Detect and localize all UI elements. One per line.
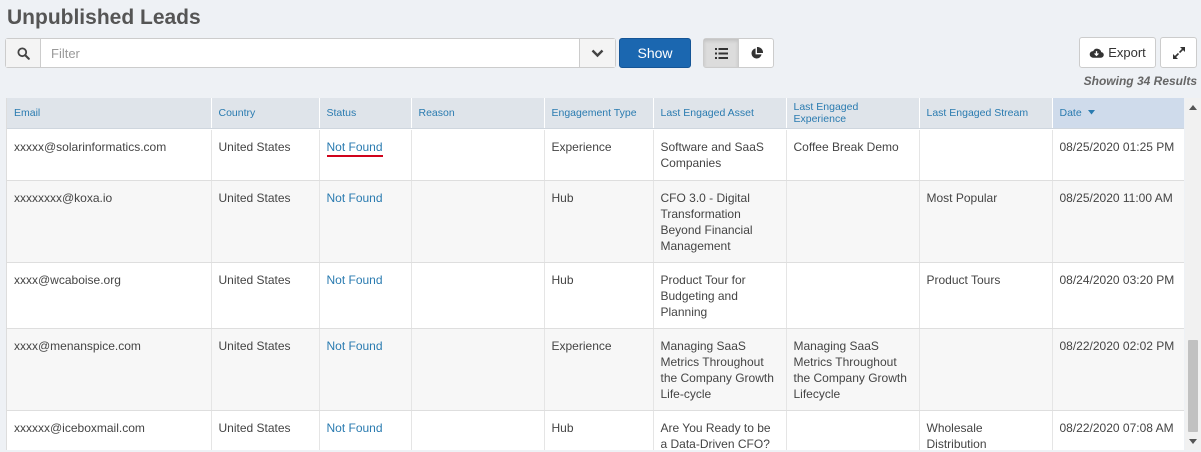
table-row[interactable]: xxxx@menanspice.com United States Not Fo… <box>7 328 1184 411</box>
cell-status: Not Found <box>319 410 412 450</box>
chevron-down-icon <box>591 49 604 57</box>
leads-table: Email Country Status Reason Engagement T… <box>6 98 1184 450</box>
column-header-last-engaged-experience[interactable]: Last Engaged Experience <box>786 98 920 129</box>
pie-chart-icon <box>750 46 763 59</box>
cell-experience <box>786 180 920 263</box>
list-icon <box>714 47 728 59</box>
filter-dropdown-button[interactable] <box>579 39 615 67</box>
column-header-engagement-type[interactable]: Engagement Type <box>544 98 654 129</box>
cell-stream: Most Popular <box>919 180 1053 263</box>
status-link[interactable]: Not Found <box>327 421 383 435</box>
cell-country: United States <box>211 262 320 329</box>
show-button[interactable]: Show <box>619 38 691 68</box>
cell-reason <box>411 130 545 181</box>
results-count: Showing 34 Results <box>1083 74 1197 88</box>
cell-status: Not Found <box>319 180 412 263</box>
scroll-thumb[interactable] <box>1188 340 1198 432</box>
cell-date: 08/25/2020 11:00 AM <box>1052 180 1184 263</box>
cell-email: xxxxxx@iceboxmail.com <box>7 410 212 450</box>
view-toggle <box>703 38 774 68</box>
column-header-date-label: Date <box>1059 106 1082 119</box>
table-row[interactable]: xxxxxx@iceboxmail.com United States Not … <box>7 410 1184 450</box>
cell-email: xxxx@menanspice.com <box>7 328 212 411</box>
scroll-down-button[interactable] <box>1185 434 1201 448</box>
cell-engagement-type: Hub <box>544 180 654 263</box>
table-header-row: Email Country Status Reason Engagement T… <box>7 98 1184 129</box>
cell-stream: Wholesale Distribution <box>919 410 1053 450</box>
cell-engagement-type: Experience <box>544 328 654 411</box>
cell-experience <box>786 262 920 329</box>
column-header-status[interactable]: Status <box>319 98 412 129</box>
column-header-last-engaged-stream[interactable]: Last Engaged Stream <box>919 98 1053 129</box>
status-link[interactable]: Not Found <box>327 339 383 353</box>
arrow-down-icon <box>1189 438 1197 444</box>
cell-asset: Are You Ready to be a Data-Driven CFO? <box>653 410 787 450</box>
cell-date: 08/24/2020 03:20 PM <box>1052 262 1184 329</box>
cell-asset: CFO 3.0 - Digital Transformation Beyond … <box>653 180 787 263</box>
cell-engagement-type: Hub <box>544 410 654 450</box>
arrow-up-icon <box>1189 104 1197 110</box>
cell-stream: Product Tours <box>919 262 1053 329</box>
cell-experience: Managing SaaS Metrics Throughout the Com… <box>786 328 920 411</box>
cell-stream <box>919 130 1053 181</box>
caret-down-icon <box>1087 110 1095 115</box>
column-header-email[interactable]: Email <box>7 98 212 129</box>
export-button[interactable]: Export <box>1079 37 1156 68</box>
scroll-up-button[interactable] <box>1185 100 1201 114</box>
search-button[interactable] <box>6 39 41 67</box>
cell-reason <box>411 410 545 450</box>
expand-button[interactable] <box>1160 37 1197 68</box>
cell-country: United States <box>211 410 320 450</box>
cell-experience <box>786 410 920 450</box>
cell-status: Not Found <box>319 130 412 181</box>
cell-country: United States <box>211 180 320 263</box>
cell-engagement-type: Hub <box>544 262 654 329</box>
search-icon <box>16 46 30 60</box>
cell-experience: Coffee Break Demo <box>786 130 920 181</box>
filter-bar <box>5 38 616 68</box>
cell-date: 08/25/2020 01:25 PM <box>1052 130 1184 181</box>
vertical-scrollbar[interactable] <box>1185 98 1201 450</box>
cell-date: 08/22/2020 02:02 PM <box>1052 328 1184 411</box>
column-header-last-engaged-asset[interactable]: Last Engaged Asset <box>653 98 787 129</box>
cell-stream <box>919 328 1053 411</box>
expand-icon <box>1172 46 1185 59</box>
cell-asset: Software and SaaS Companies <box>653 130 787 181</box>
cell-reason <box>411 328 545 411</box>
status-link[interactable]: Not Found <box>327 273 383 287</box>
table-row[interactable]: xxxxx@solarinformatics.com United States… <box>7 130 1184 181</box>
column-header-reason[interactable]: Reason <box>411 98 545 129</box>
cell-country: United States <box>211 130 320 181</box>
filter-input[interactable] <box>41 39 579 67</box>
column-header-country[interactable]: Country <box>211 98 320 129</box>
column-header-date[interactable]: Date <box>1052 98 1184 129</box>
cell-date: 08/22/2020 07:08 AM <box>1052 410 1184 450</box>
cell-reason <box>411 262 545 329</box>
table-row[interactable]: xxxxxxxx@koxa.io United States Not Found… <box>7 180 1184 263</box>
cell-engagement-type: Experience <box>544 130 654 181</box>
cloud-download-icon <box>1089 48 1104 58</box>
cell-status: Not Found <box>319 262 412 329</box>
cell-email: xxxx@wcaboise.org <box>7 262 212 329</box>
chart-view-button[interactable] <box>739 39 773 67</box>
export-label: Export <box>1108 45 1146 60</box>
cell-email: xxxxxxxx@koxa.io <box>7 180 212 263</box>
list-view-button[interactable] <box>704 39 739 67</box>
cell-asset: Product Tour for Budgeting and Planning <box>653 262 787 329</box>
cell-asset: Managing SaaS Metrics Throughout the Com… <box>653 328 787 411</box>
table-row[interactable]: xxxx@wcaboise.org United States Not Foun… <box>7 262 1184 329</box>
status-link[interactable]: Not Found <box>326 140 383 157</box>
page-title: Unpublished Leads <box>7 6 201 29</box>
status-link[interactable]: Not Found <box>327 191 383 205</box>
cell-status: Not Found <box>319 328 412 411</box>
cell-country: United States <box>211 328 320 411</box>
cell-email: xxxxx@solarinformatics.com <box>7 130 212 181</box>
cell-reason <box>411 180 545 263</box>
